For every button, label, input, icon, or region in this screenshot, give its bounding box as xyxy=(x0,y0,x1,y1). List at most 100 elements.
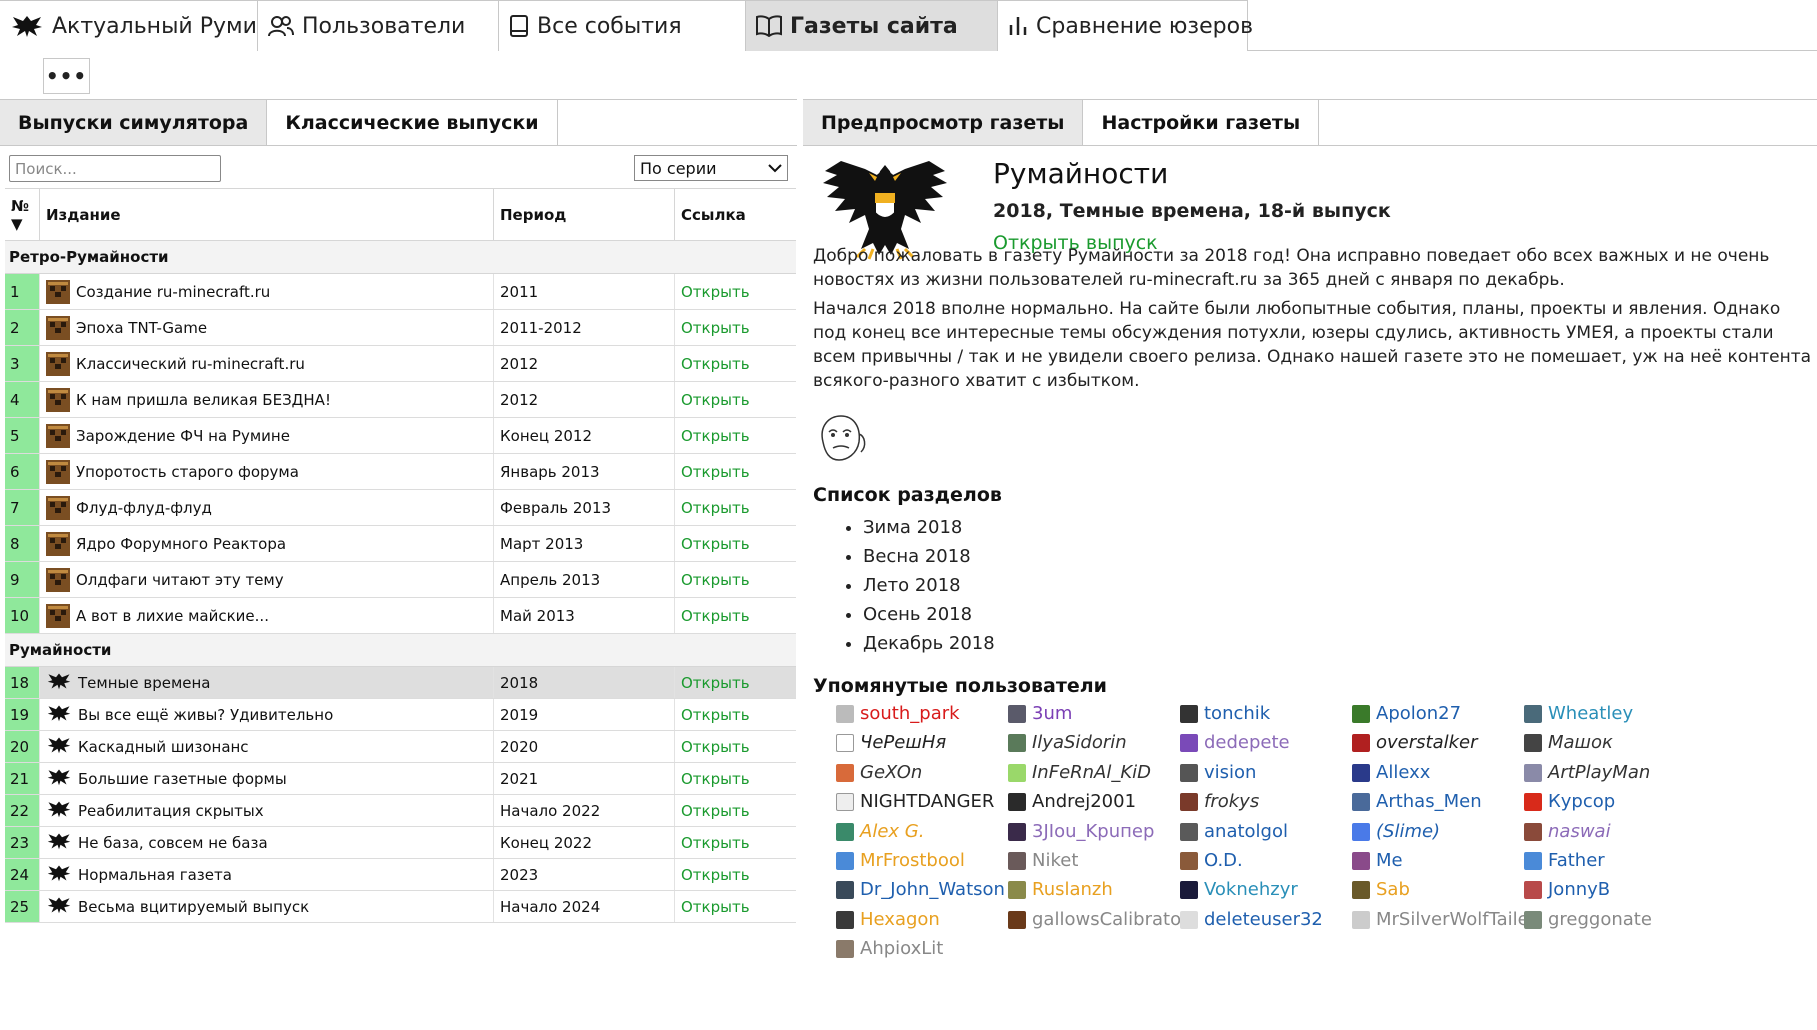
row-open-link[interactable]: Открыть xyxy=(675,598,796,633)
section-item[interactable]: Лето 2018 xyxy=(863,575,995,604)
tab-all-events[interactable]: Все события xyxy=(499,0,746,51)
table-row[interactable]: 25 Весьма вцитируемый выпуск Начало 2024 От… xyxy=(5,891,796,923)
mentioned-user[interactable]: deleteuser32 xyxy=(1180,909,1323,930)
mentioned-user[interactable]: Me xyxy=(1352,850,1403,871)
tab-newspaper-preview[interactable]: Предпросмотр газеты xyxy=(803,100,1084,145)
mentioned-user[interactable]: Niket xyxy=(1008,850,1078,871)
table-row[interactable]: 10 А вот в лихие майские... Май 2013 Открыт… xyxy=(5,598,796,634)
mentioned-user[interactable]: Andrej2001 xyxy=(1008,791,1136,812)
search-input[interactable] xyxy=(9,155,221,182)
table-row[interactable]: 20 Каскадный шизонанс 2020 Открыть xyxy=(5,731,796,763)
mentioned-user[interactable]: Sab xyxy=(1352,879,1410,900)
column-number[interactable]: № ▼ xyxy=(5,189,40,240)
row-open-link[interactable]: Открыть xyxy=(675,418,796,453)
mentioned-user[interactable]: O.D. xyxy=(1180,850,1243,871)
mentioned-user[interactable]: Father xyxy=(1524,850,1605,871)
more-options-button[interactable]: ••• xyxy=(43,58,90,94)
mentioned-user[interactable]: MrSilverWolfTailer xyxy=(1352,909,1536,930)
column-link[interactable]: Ссылка xyxy=(675,189,796,240)
mentioned-user[interactable]: (Slime) xyxy=(1352,821,1440,842)
row-open-link[interactable]: Открыть xyxy=(675,310,796,345)
section-item[interactable]: Декабрь 2018 xyxy=(863,633,995,662)
table-row[interactable]: 2 Эпоха TNT-Game 2011-2012 Открыть xyxy=(5,310,796,346)
column-edition[interactable]: Издание xyxy=(40,189,494,240)
mentioned-user[interactable]: 3um xyxy=(1008,703,1072,724)
row-open-link[interactable]: Открыть xyxy=(675,795,796,826)
tab-users[interactable]: Пользователи xyxy=(258,0,499,51)
tab-site-newspapers[interactable]: Газеты сайта xyxy=(746,0,998,51)
row-open-link[interactable]: Открыть xyxy=(675,454,796,489)
mentioned-user[interactable]: Машок xyxy=(1524,732,1613,753)
mentioned-user[interactable]: vision xyxy=(1180,762,1256,783)
table-row[interactable]: 22 Реабилитация скрытых Начало 2022 Открыть xyxy=(5,795,796,827)
tab-simulator-issues[interactable]: Выпуски симулятора xyxy=(0,100,268,145)
row-open-link[interactable]: Открыть xyxy=(675,490,796,525)
tab-classic-issues[interactable]: Классические выпуски xyxy=(267,100,558,145)
section-item[interactable]: Весна 2018 xyxy=(863,546,995,575)
mentioned-user[interactable]: InFeRnAl_KiD xyxy=(1008,762,1151,783)
row-number: 2 xyxy=(5,310,40,345)
mentioned-user[interactable]: IlyaSidorin xyxy=(1008,732,1127,753)
row-open-link[interactable]: Открыть xyxy=(675,859,796,890)
mentioned-user[interactable]: Курсор xyxy=(1524,791,1615,812)
mentioned-user[interactable]: dedepete xyxy=(1180,732,1290,753)
user-avatar xyxy=(1180,822,1198,841)
row-open-link[interactable]: Открыть xyxy=(675,731,796,762)
mentioned-user[interactable]: Allexx xyxy=(1352,762,1430,783)
table-row[interactable]: 7 Флуд-флуд-флуд Февраль 2013 Открыть xyxy=(5,490,796,526)
mentioned-user[interactable]: AhpioxLit xyxy=(836,938,943,959)
table-row[interactable]: 8 Ядро Форумного Реактора Март 2013 Открыть xyxy=(5,526,796,562)
mentioned-user[interactable]: Ruslanzh xyxy=(1008,879,1113,900)
tab-actual-rumine[interactable]: Актуальный Румине xyxy=(0,0,285,51)
table-row[interactable]: 23 Не база, совсем не база Конец 2022 Откры… xyxy=(5,827,796,859)
mentioned-user[interactable]: south_park xyxy=(836,703,960,724)
row-open-link[interactable]: Открыть xyxy=(675,699,796,730)
section-item[interactable]: Осень 2018 xyxy=(863,604,995,633)
table-row[interactable]: 5 Зарождение ФЧ на Румине Конец 2012 Открыт… xyxy=(5,418,796,454)
mentioned-user[interactable]: MrFrostbool xyxy=(836,850,965,871)
mentioned-user[interactable]: greggonate xyxy=(1524,909,1652,930)
tab-newspaper-settings[interactable]: Настройки газеты xyxy=(1083,100,1320,145)
row-open-link[interactable]: Открыть xyxy=(675,526,796,561)
mentioned-user[interactable]: Hexagon xyxy=(836,909,940,930)
mentioned-user[interactable]: Alex G. xyxy=(836,821,924,842)
table-row[interactable]: 6 Упоротость старого форума Январь 2013 Отк… xyxy=(5,454,796,490)
row-open-link[interactable]: Открыть xyxy=(675,827,796,858)
row-open-link[interactable]: Открыть xyxy=(675,382,796,417)
table-row[interactable]: 9 Олдфаги читают эту тему Апрель 2013 Откры… xyxy=(5,562,796,598)
mentioned-user[interactable]: frokys xyxy=(1180,791,1259,812)
table-row[interactable]: 3 Классический ru-minecraft.ru 2012 Открыть xyxy=(5,346,796,382)
mentioned-user[interactable]: Voknehzyr xyxy=(1180,879,1298,900)
section-item[interactable]: Зима 2018 xyxy=(863,517,995,546)
row-open-link[interactable]: Открыть xyxy=(675,763,796,794)
row-open-link[interactable]: Открыть xyxy=(675,891,796,922)
mentioned-user[interactable]: tonchik xyxy=(1180,703,1270,724)
mentioned-user[interactable]: overstalker xyxy=(1352,732,1478,753)
mentioned-user[interactable]: anatolgol xyxy=(1180,821,1288,842)
mentioned-user[interactable]: 3JIou_Kpuпep xyxy=(1008,821,1154,842)
tab-compare-users[interactable]: Сравнение юзеров xyxy=(998,0,1253,51)
mentioned-user[interactable]: GeXOn xyxy=(836,762,922,783)
column-period[interactable]: Период xyxy=(494,189,675,240)
table-row[interactable]: 21 Большие газетные формы 2021 Открыть xyxy=(5,763,796,795)
row-open-link[interactable]: Открыть xyxy=(675,667,796,698)
row-open-link[interactable]: Открыть xyxy=(675,274,796,309)
table-row[interactable]: 19 Вы все ещё живы? Удивительно 2019 Открыт… xyxy=(5,699,796,731)
sort-select[interactable]: По серии xyxy=(634,155,788,181)
table-row[interactable]: 1 Создание ru-minecraft.ru 2011 Открыть xyxy=(5,274,796,310)
mentioned-user[interactable]: JonnyB xyxy=(1524,879,1610,900)
mentioned-user[interactable]: NIGHTDANGER xyxy=(836,791,994,812)
row-open-link[interactable]: Открыть xyxy=(675,346,796,381)
row-open-link[interactable]: Открыть xyxy=(675,562,796,597)
mentioned-user[interactable]: ArtPlayMan xyxy=(1524,762,1650,783)
table-row[interactable]: 24 Нормальная газета 2023 Открыть xyxy=(5,859,796,891)
mentioned-user[interactable]: Dr_John_Watson xyxy=(836,879,1005,900)
mentioned-user[interactable]: gallowsCalibrator xyxy=(1008,909,1189,930)
mentioned-user[interactable]: Arthas_Men xyxy=(1352,791,1482,812)
mentioned-user[interactable]: naswai xyxy=(1524,821,1611,842)
mentioned-user[interactable]: Apolon27 xyxy=(1352,703,1461,724)
mentioned-user[interactable]: ЧеРешНя xyxy=(836,732,946,753)
mentioned-user[interactable]: Wheatley xyxy=(1524,703,1633,724)
table-row[interactable]: 4 К нам пришла великая БЕЗДНА! 2012 Открыть xyxy=(5,382,796,418)
table-row[interactable]: 18 Темные времена 2018 Открыть xyxy=(5,667,796,699)
